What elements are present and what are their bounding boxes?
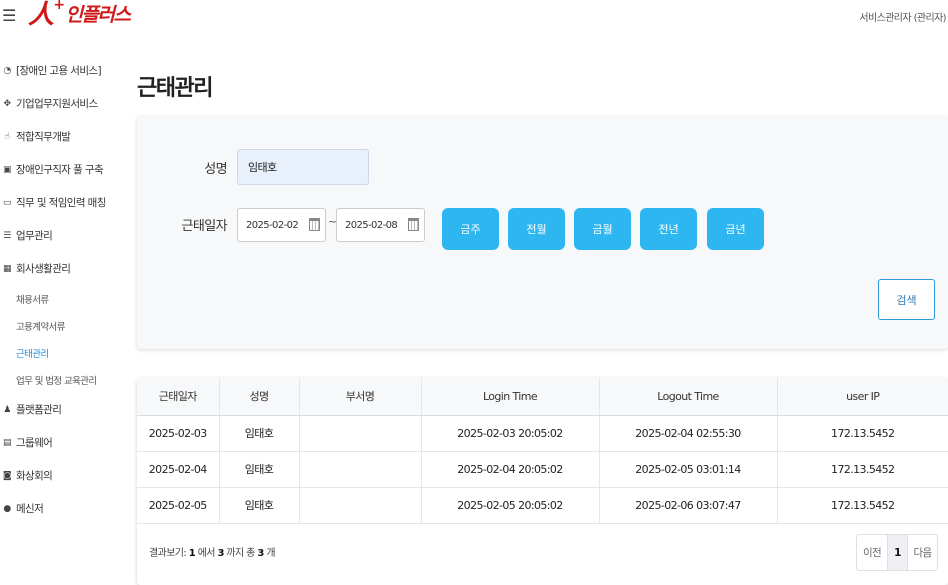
document-icon: ▤ (3, 437, 12, 448)
table-cell: 172.13.5452 (777, 451, 948, 488)
sidebar-sub-item-contract-docs[interactable]: 고용계약서류 (0, 312, 120, 339)
date-to-value: 2025-02-08 (345, 219, 398, 231)
sidebar-item-job-development[interactable]: ☝ 적합직무개발 (0, 120, 120, 153)
column-header[interactable]: 성명 (219, 378, 300, 416)
table-cell: 2025-02-04 (137, 451, 220, 488)
date-from-input[interactable]: 2025-02-02 (237, 208, 326, 242)
sidebar-item-disability-employment[interactable]: ◔ [장애인 고용 서비스] (0, 54, 120, 87)
table-header-row: 근태일자 성명 부서명 Login Time Logout Time user … (137, 378, 948, 416)
user-menu[interactable]: 서비스관리자 (관리자) (859, 9, 946, 24)
sidebar: ◔ [장애인 고용 서비스] ✥ 기업업무지원서비스 ☝ 적합직무개발 ▣ 장애… (0, 54, 120, 525)
table-cell (299, 451, 422, 488)
message-icon: ● (3, 503, 11, 514)
table-cell (299, 487, 422, 524)
prev-page-button[interactable]: 이전 (857, 535, 888, 570)
table-cell: 2025-02-04 20:05:02 (421, 451, 600, 488)
attendance-table-panel: 근태일자 성명 부서명 Login Time Logout Time user … (137, 378, 948, 585)
date-from-value: 2025-02-02 (246, 219, 299, 231)
last-year-button[interactable]: 전년 (640, 208, 697, 250)
sidebar-item-label: [장애인 고용 서비스] (16, 65, 102, 77)
sidebar-item-label: 화상회의 (16, 470, 53, 482)
sidebar-item-messenger[interactable]: ● 메신저 (0, 492, 120, 525)
search-button[interactable]: 검색 (878, 279, 935, 320)
sidebar-item-label: 회사생활관리 (16, 263, 71, 275)
column-header[interactable]: Login Time (421, 378, 600, 416)
this-year-button[interactable]: 금년 (707, 208, 764, 250)
table-cell (299, 415, 422, 452)
attendance-table: 근태일자 성명 부서명 Login Time Logout Time user … (137, 378, 948, 524)
pagination: 이전 1 다음 (856, 534, 938, 571)
column-header[interactable]: 근태일자 (137, 378, 220, 416)
sidebar-item-label: 직무 및 적임인력 매칭 (16, 197, 106, 209)
column-header[interactable]: 부서명 (299, 378, 422, 416)
search-panel: 성명 임태호 근태일자 2025-02-02 ~ 2025-02-08 금주 전… (137, 116, 948, 349)
sidebar-item-label: 메신저 (16, 503, 44, 515)
last-month-button[interactable]: 전월 (508, 208, 565, 250)
page-title: 근태관리 (137, 76, 213, 101)
sidebar-item-label: 적합직무개발 (16, 131, 71, 143)
this-week-button[interactable]: 금주 (442, 208, 499, 250)
list-icon: ☰ (3, 230, 11, 241)
table-cell: 2025-02-04 02:55:30 (599, 415, 778, 452)
table-cell: 2025-02-03 (137, 415, 220, 452)
users-icon: ♟ (3, 404, 11, 415)
table-cell: 2025-02-03 20:05:02 (421, 415, 600, 452)
name-label: 성명 (204, 162, 227, 177)
sidebar-item-label: 플랫폼관리 (16, 404, 62, 416)
video-icon: ◙ (2, 470, 12, 481)
sidebar-item-label: 그룹웨어 (16, 437, 53, 449)
this-month-button[interactable]: 금월 (574, 208, 631, 250)
table-row[interactable]: 2025-02-04 임태호 2025-02-04 20:05:02 2025-… (137, 451, 948, 488)
sidebar-sub-item-training[interactable]: 업무 및 법정 교육관리 (0, 366, 120, 393)
calendar-icon[interactable] (309, 218, 320, 231)
table-cell: 2025-02-06 03:07:47 (599, 487, 778, 524)
table-cell: 2025-02-05 (137, 487, 220, 524)
table-cell: 172.13.5452 (777, 415, 948, 452)
hamburger-icon[interactable]: ☰ (2, 6, 16, 25)
sidebar-item-work-management[interactable]: ☰ 업무관리 (0, 219, 120, 252)
sidebar-item-label: 기업업무지원서비스 (16, 98, 98, 110)
thumbs-up-icon: ☝ (4, 131, 10, 142)
grid-icon: ▦ (3, 263, 12, 274)
sidebar-item-job-matching[interactable]: ▭ 직무 및 적임인력 매칭 (0, 186, 120, 219)
name-input[interactable]: 임태호 (237, 149, 369, 185)
table-cell: 임태호 (219, 415, 300, 452)
table-cell: 임태호 (219, 487, 300, 524)
table-cell: 2025-02-05 20:05:02 (421, 487, 600, 524)
sidebar-item-company-life[interactable]: ▦ 회사생활관리 (0, 252, 120, 285)
column-header[interactable]: Logout Time (599, 378, 778, 416)
sidebar-item-label: 장애인구직자 풀 구축 (16, 164, 104, 176)
chat-icon: ▭ (3, 197, 12, 208)
date-to-input[interactable]: 2025-02-08 (336, 208, 425, 242)
calendar-icon[interactable] (408, 218, 419, 231)
table-cell: 172.13.5452 (777, 487, 948, 524)
sidebar-sub-item-attendance[interactable]: 근태관리 (0, 339, 120, 366)
sidebar-item-platform[interactable]: ♟ 플랫폼관리 (0, 393, 120, 426)
pie-chart-icon: ◔ (3, 65, 11, 76)
sidebar-item-groupware[interactable]: ▤ 그룹웨어 (0, 426, 120, 459)
table-cell: 2025-02-05 03:01:14 (599, 451, 778, 488)
sidebar-sub-item-hiring-docs[interactable]: 채용서류 (0, 285, 120, 312)
sidebar-item-label: 업무관리 (16, 230, 53, 242)
table-row[interactable]: 2025-02-05 임태호 2025-02-05 20:05:02 2025-… (137, 487, 948, 524)
table-row[interactable]: 2025-02-03 임태호 2025-02-03 20:05:02 2025-… (137, 415, 948, 452)
logo[interactable]: 人 + 인플러스 (28, 0, 131, 32)
next-page-button[interactable]: 다음 (908, 535, 937, 570)
sidebar-item-jobseeker-pool[interactable]: ▣ 장애인구직자 풀 구축 (0, 153, 120, 186)
results-summary: 결과보기: 1 에서 3 까지 총 3 개 (149, 548, 276, 559)
id-card-icon: ▣ (3, 164, 12, 175)
sidebar-item-business-support[interactable]: ✥ 기업업무지원서비스 (0, 87, 120, 120)
table-cell: 임태호 (219, 451, 300, 488)
current-page-button[interactable]: 1 (888, 535, 908, 570)
sidebar-item-video-meeting[interactable]: ◙ 화상회의 (0, 459, 120, 492)
handshake-icon: ✥ (3, 98, 12, 109)
column-header[interactable]: user IP (777, 378, 948, 416)
date-label: 근태일자 (181, 219, 228, 234)
